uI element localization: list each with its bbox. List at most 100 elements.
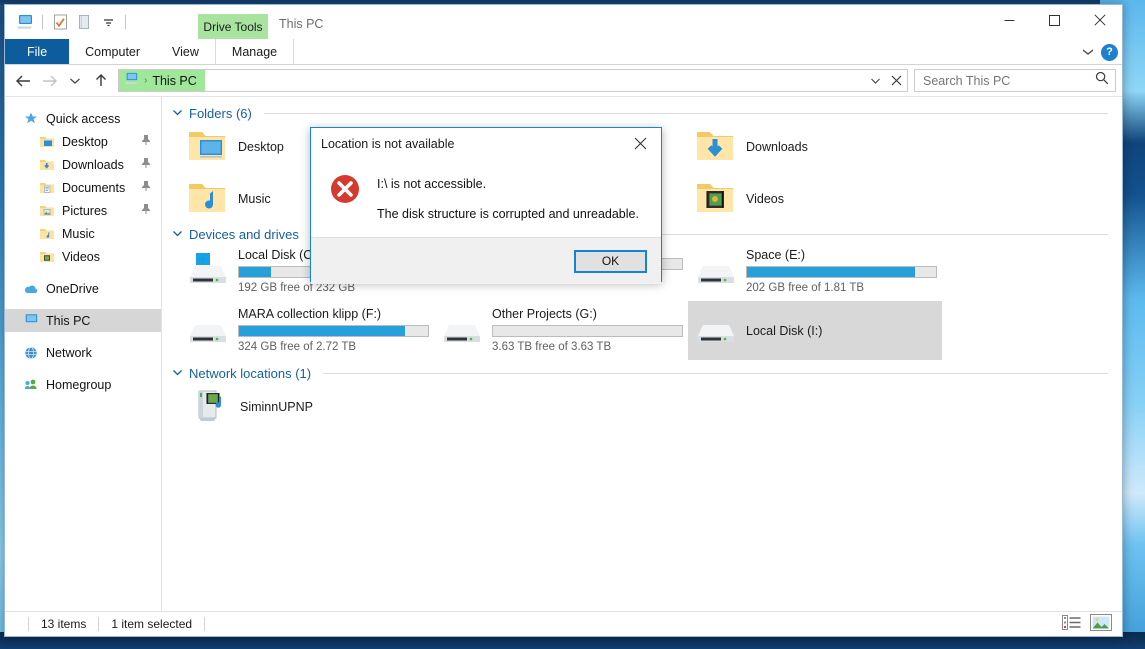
- sidebar-item-label: Music: [62, 227, 95, 241]
- status-bar: 13 items 1 item selected: [5, 611, 1122, 636]
- sidebar-item-label: Pictures: [62, 204, 107, 218]
- sidebar-item-homegroup[interactable]: Homegroup: [5, 373, 161, 396]
- stop-refresh-icon[interactable]: [886, 70, 907, 91]
- capacity-bar: [238, 325, 429, 337]
- drive-name: Local Disk (I:): [746, 323, 936, 339]
- dialog-message-line-1: I:\ is not accessible.: [377, 177, 639, 191]
- view-mode-buttons: [1062, 614, 1112, 634]
- dialog-message-line-2: The disk structure is corrupted and unre…: [377, 207, 639, 221]
- items-view: Folders (6) Desktop: [162, 97, 1122, 611]
- tab-file[interactable]: File: [5, 39, 69, 64]
- pin-icon[interactable]: [141, 203, 151, 218]
- folder-tile-label: Downloads: [746, 140, 808, 154]
- window-controls: [987, 5, 1122, 35]
- sidebar-item-onedrive[interactable]: OneDrive: [5, 277, 161, 300]
- windows-drive-icon: [186, 249, 230, 294]
- sidebar-item-desktop[interactable]: Desktop: [5, 130, 161, 153]
- sidebar-item-quick-access[interactable]: Quick access: [5, 107, 161, 130]
- address-bar[interactable]: › This PC: [118, 69, 908, 92]
- folder-tile-label: Videos: [746, 192, 784, 206]
- new-folder-icon[interactable]: [72, 10, 96, 34]
- group-rule: [264, 113, 1108, 114]
- minimize-button[interactable]: [987, 5, 1032, 35]
- drive-free-space: 324 GB free of 2.72 TB: [238, 340, 428, 355]
- properties-icon[interactable]: [48, 10, 72, 34]
- sidebar-item-downloads[interactable]: Downloads: [5, 153, 161, 176]
- close-button[interactable]: [1077, 5, 1122, 35]
- folder-downloads-icon: [39, 157, 55, 173]
- search-box[interactable]: [914, 69, 1116, 92]
- folder-tile-downloads[interactable]: Downloads: [688, 121, 942, 173]
- drive-icon: [440, 308, 484, 353]
- ok-button[interactable]: OK: [574, 250, 647, 273]
- sidebar-item-this-pc[interactable]: This PC: [5, 309, 161, 332]
- contextual-tab-drive-tools[interactable]: Drive Tools: [198, 14, 268, 39]
- details-view-icon[interactable]: [1062, 615, 1081, 633]
- this-pc-icon: [124, 72, 139, 90]
- folder-tile-label: Desktop: [238, 140, 284, 154]
- group-title: Folders (6): [189, 106, 252, 121]
- dialog-body: I:\ is not accessible. The disk structur…: [311, 159, 661, 237]
- sidebar-item-label: Documents: [62, 181, 125, 195]
- dialog-close-button[interactable]: [619, 129, 661, 159]
- drive-name: Space (E:): [746, 247, 936, 263]
- drive-info: MARA collection klipp (F:) 324 GB free o…: [238, 306, 428, 355]
- chevron-down-icon[interactable]: [865, 70, 886, 91]
- error-icon: [329, 173, 361, 205]
- pin-icon[interactable]: [141, 157, 151, 172]
- drive-free-space: 3.63 TB free of 3.63 TB: [492, 340, 682, 355]
- homegroup-icon: [23, 377, 39, 393]
- sidebar-spacer: [5, 268, 161, 277]
- large-icons-view-icon[interactable]: [1090, 614, 1112, 634]
- recent-locations-button[interactable]: [63, 69, 87, 93]
- chevron-down-icon[interactable]: [172, 108, 183, 120]
- folder-downloads-icon: [694, 126, 736, 169]
- chevron-down-icon[interactable]: [172, 368, 183, 380]
- search-input[interactable]: [921, 73, 1095, 89]
- sidebar-item-documents[interactable]: Documents: [5, 176, 161, 199]
- pin-icon[interactable]: [141, 134, 151, 149]
- network-tile-siminnupnp[interactable]: SiminnUPNP: [180, 381, 434, 433]
- drive-tile-e[interactable]: Space (E:) 202 GB free of 1.81 TB: [688, 242, 942, 301]
- sidebar-item-pictures[interactable]: Pictures: [5, 199, 161, 222]
- back-button[interactable]: [11, 69, 35, 93]
- help-icon[interactable]: ?: [1101, 44, 1118, 61]
- media-server-icon: [190, 385, 230, 430]
- breadcrumb-label: This PC: [152, 74, 196, 88]
- customize-dropdown-icon[interactable]: [96, 10, 120, 34]
- window-title: This PC: [279, 17, 323, 31]
- dialog-title-bar: Location is not available: [311, 128, 661, 159]
- network-icon: [23, 345, 39, 361]
- ribbon-right-controls: ?: [1081, 39, 1118, 65]
- search-icon[interactable]: [1095, 71, 1109, 90]
- chevron-down-icon[interactable]: [172, 229, 183, 241]
- pin-icon[interactable]: [141, 180, 151, 195]
- group-header-network[interactable]: Network locations (1): [162, 366, 1122, 381]
- capacity-bar-fill: [747, 267, 915, 277]
- dialog-footer: OK: [311, 237, 661, 284]
- maximize-button[interactable]: [1032, 5, 1077, 35]
- breadcrumb[interactable]: › This PC: [119, 70, 205, 91]
- tab-computer[interactable]: Computer: [69, 39, 156, 64]
- status-divider-2: [204, 617, 205, 631]
- folder-tile-videos[interactable]: Videos: [688, 173, 942, 225]
- sidebar-item-videos[interactable]: Videos: [5, 245, 161, 268]
- tab-view[interactable]: View: [156, 39, 215, 64]
- tab-manage[interactable]: Manage: [215, 39, 294, 64]
- up-button[interactable]: [89, 69, 113, 93]
- group-title: Network locations (1): [189, 366, 311, 381]
- drive-tile-g[interactable]: Other Projects (G:) 3.63 TB free of 3.63…: [434, 301, 688, 360]
- group-header-folders[interactable]: Folders (6): [162, 106, 1122, 121]
- folder-pictures-icon: [39, 203, 55, 219]
- forward-button[interactable]: [37, 69, 61, 93]
- drive-tile-i[interactable]: Local Disk (I:): [688, 301, 942, 360]
- sidebar-item-music[interactable]: Music: [5, 222, 161, 245]
- this-pc-icon[interactable]: [13, 10, 37, 34]
- drive-info: Space (E:) 202 GB free of 1.81 TB: [746, 247, 936, 296]
- chevron-down-icon[interactable]: [1081, 45, 1095, 60]
- folder-desktop-icon: [186, 126, 228, 169]
- folder-tile-label: Music: [238, 192, 271, 206]
- sidebar-item-label: Downloads: [62, 158, 124, 172]
- sidebar-item-network[interactable]: Network: [5, 341, 161, 364]
- drive-tile-f[interactable]: MARA collection klipp (F:) 324 GB free o…: [180, 301, 434, 360]
